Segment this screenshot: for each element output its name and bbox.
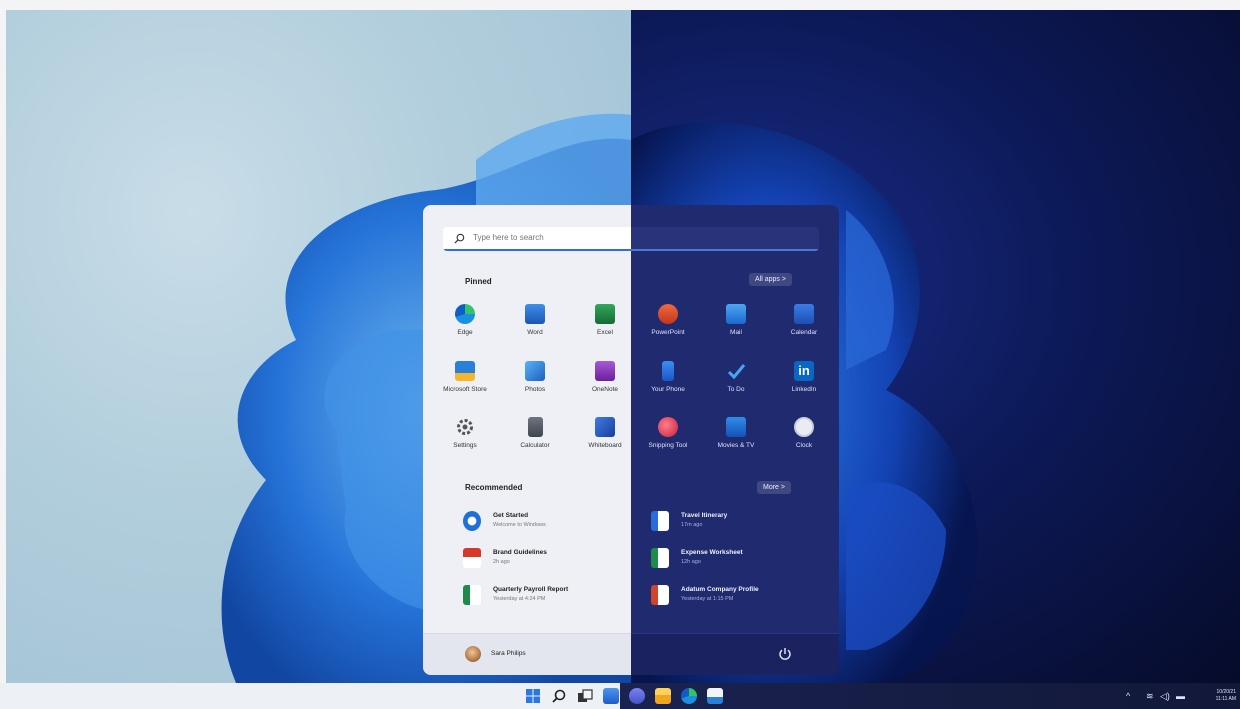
photos-icon — [525, 361, 545, 381]
movies-icon — [726, 417, 746, 437]
store-icon — [455, 361, 475, 381]
pinned-app-mail[interactable]: Mail — [701, 304, 771, 352]
wifi-icon[interactable]: ≋ — [1146, 688, 1154, 704]
avatar[interactable] — [465, 646, 481, 662]
edge-icon — [455, 304, 475, 324]
pinned-app-powerpoint[interactable]: PowerPoint — [633, 304, 703, 352]
pinned-app-calendar[interactable]: Calendar — [769, 304, 839, 352]
phone-icon — [662, 361, 674, 381]
pinned-app-whiteboard[interactable]: Whiteboard — [570, 417, 640, 465]
pinned-app-clock[interactable]: Clock — [769, 417, 839, 465]
calculator-icon — [527, 417, 543, 437]
search-icon — [454, 233, 465, 244]
word-doc-icon — [651, 511, 669, 531]
task-view-icon[interactable] — [577, 688, 593, 704]
pinned-app-excel[interactable]: Excel — [570, 304, 640, 352]
more-button[interactable]: More > — [757, 481, 791, 494]
start-menu: Pinned All apps > Edge Word Excel PowerP… — [423, 205, 839, 675]
pinned-title: Pinned — [465, 277, 492, 286]
recommended-item[interactable]: Travel Itinerary 17m ago — [651, 509, 821, 537]
file-explorer-icon[interactable] — [655, 688, 671, 704]
excel-doc-icon — [463, 585, 481, 605]
volume-icon[interactable]: ◁) — [1160, 688, 1170, 704]
pinned-app-todo[interactable]: To Do — [701, 361, 771, 409]
pinned-app-snipping-tool[interactable]: Snipping Tool — [633, 417, 703, 465]
store-icon[interactable] — [707, 688, 723, 704]
pinned-app-movies-tv[interactable]: Movies & TV — [701, 417, 771, 465]
word-icon — [525, 304, 545, 324]
pinned-app-calculator[interactable]: Calculator — [500, 417, 570, 465]
pdf-icon — [463, 548, 481, 568]
pinned-app-your-phone[interactable]: Your Phone — [633, 361, 703, 409]
search-input[interactable] — [473, 233, 623, 242]
pinned-app-store[interactable]: Microsoft Store — [430, 361, 500, 409]
linkedin-icon: in — [794, 361, 814, 381]
todo-icon — [726, 361, 746, 381]
recommended-title: Recommended — [465, 483, 523, 492]
search-icon[interactable] — [551, 688, 567, 704]
chat-icon[interactable] — [629, 688, 645, 704]
user-name[interactable]: Sara Philips — [491, 650, 526, 657]
power-icon[interactable] — [777, 646, 793, 662]
snipping-icon — [658, 417, 678, 437]
recommended-item[interactable]: Get Started Welcome to Windows — [463, 509, 633, 537]
pinned-app-linkedin[interactable]: in LinkedIn — [769, 361, 839, 409]
gear-icon — [455, 417, 475, 437]
powerpoint-doc-icon — [651, 585, 669, 605]
get-started-icon — [463, 511, 481, 531]
calendar-icon — [794, 304, 814, 324]
windows-start-icon[interactable] — [525, 688, 541, 704]
pinned-app-edge[interactable]: Edge — [430, 304, 500, 352]
recommended-item[interactable]: Adatum Company Profile Yesterday at 1:15… — [651, 583, 821, 611]
start-menu-footer-dark — [631, 633, 839, 675]
search-box[interactable] — [443, 227, 819, 251]
onenote-icon — [595, 361, 615, 381]
recommended-item[interactable]: Brand Guidelines 2h ago — [463, 546, 633, 574]
battery-icon[interactable]: ▬ — [1176, 688, 1185, 704]
excel-icon — [595, 304, 615, 324]
recommended-item[interactable]: Quarterly Payroll Report Yesterday at 4:… — [463, 583, 633, 611]
pinned-app-onenote[interactable]: OneNote — [570, 361, 640, 409]
pinned-app-settings[interactable]: Settings — [430, 417, 500, 465]
powerpoint-icon — [658, 304, 678, 324]
pinned-app-word[interactable]: Word — [500, 304, 570, 352]
taskbar: ^ ≋ ◁) ▬ 10/20/21 11:11 AM — [0, 683, 1240, 709]
start-menu-footer — [423, 633, 631, 675]
recommended-item[interactable]: Expense Worksheet 12h ago — [651, 546, 821, 574]
edge-icon[interactable] — [681, 688, 697, 704]
all-apps-button[interactable]: All apps > — [749, 273, 792, 286]
excel-doc-icon — [651, 548, 669, 568]
pinned-app-photos[interactable]: Photos — [500, 361, 570, 409]
clock-time: 11:11 AM — [1215, 696, 1236, 702]
mail-icon — [726, 304, 746, 324]
chevron-up-icon[interactable]: ^ — [1126, 688, 1130, 704]
clock-icon — [794, 417, 814, 437]
whiteboard-icon — [595, 417, 615, 437]
clock[interactable]: 10/20/21 11:11 AM — [1216, 689, 1236, 703]
system-tray: ^ ≋ ◁) ▬ 10/20/21 11:11 AM — [1126, 688, 1236, 704]
widgets-icon[interactable] — [603, 688, 619, 704]
clock-date: 10/20/21 — [1216, 689, 1236, 695]
